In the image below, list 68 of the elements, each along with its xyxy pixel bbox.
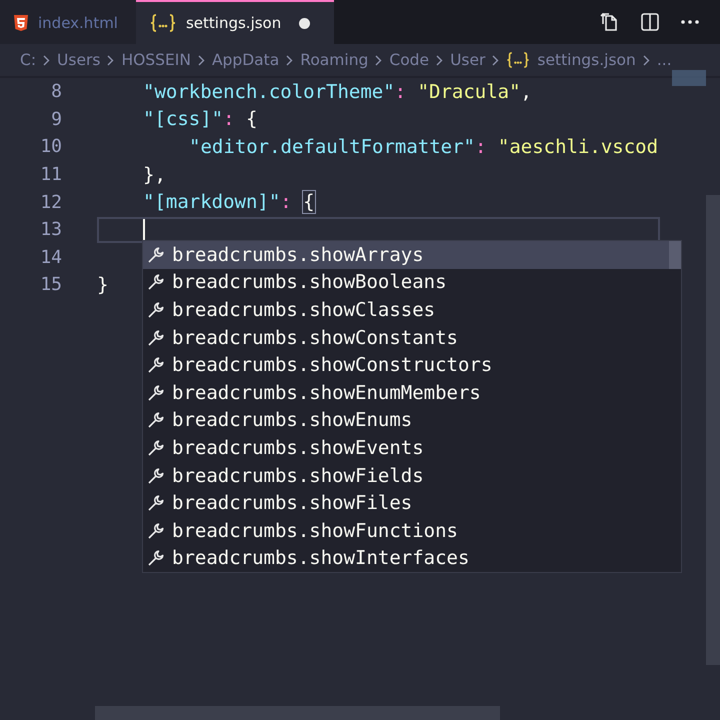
suggestion-item[interactable]: breadcrumbs.showBooleans — [143, 268, 669, 296]
line-number: 8 — [50, 81, 62, 102]
line-number: 12 — [39, 192, 62, 213]
breadcrumb-item[interactable]: User — [450, 51, 486, 69]
html-file-icon — [14, 15, 28, 31]
chevron-right-icon — [198, 54, 205, 66]
suggestion-item[interactable]: breadcrumbs.showClasses — [143, 296, 669, 324]
breadcrumb-item[interactable]: AppData — [212, 51, 280, 69]
suggestion-item[interactable]: breadcrumbs.showEnums — [143, 406, 669, 434]
breadcrumb-item[interactable]: Roaming — [300, 51, 368, 69]
chevron-right-icon — [642, 54, 650, 66]
chevron-right-icon — [43, 54, 50, 66]
text-cursor — [143, 218, 145, 241]
wrench-icon — [147, 549, 165, 568]
braces-icon — [506, 52, 530, 68]
code-line: "[markdown]": { — [143, 191, 315, 214]
chevron-right-icon — [492, 54, 500, 66]
wrench-icon — [147, 522, 165, 540]
suggestion-item[interactable]: breadcrumbs.showArrays — [143, 241, 669, 269]
line-number: 14 — [39, 246, 62, 268]
open-changes-icon[interactable] — [600, 12, 620, 32]
editor-tab[interactable]: settings.json — [136, 0, 334, 44]
line-number: 10 — [39, 136, 62, 158]
more-icon[interactable] — [680, 19, 700, 25]
split-editor-icon[interactable] — [640, 12, 660, 32]
line-number: 13 — [39, 219, 62, 240]
code-line: "editor.defaultFormatter": "aeschli.vscod — [189, 136, 658, 158]
suggestion-item[interactable]: breadcrumbs.showEnumMembers — [143, 378, 669, 407]
chevron-right-icon — [436, 54, 444, 66]
code-line: "workbench.colorTheme": "Dracula", — [143, 80, 532, 103]
wrench-icon — [147, 438, 165, 457]
braces-icon — [150, 14, 176, 32]
wrench-icon — [147, 384, 165, 402]
suggestion-item[interactable]: breadcrumbs.showFunctions — [143, 516, 669, 545]
minimap-drawing — [672, 70, 706, 86]
code-line: "[css]": { — [143, 108, 258, 130]
wrench-icon — [147, 494, 165, 512]
tab-label: index.html — [38, 14, 118, 32]
suggestion-item[interactable]: breadcrumbs.showEvents — [143, 434, 669, 462]
breadcrumb-item[interactable]: Users — [57, 51, 100, 69]
breadcrumb-item[interactable]: C: — [20, 51, 36, 69]
wrench-icon — [147, 246, 165, 264]
chevron-right-icon — [107, 54, 114, 66]
breadcrumb-item[interactable]: Code — [389, 51, 430, 69]
wrench-icon — [147, 300, 165, 319]
tab-label: settings.json — [186, 14, 282, 32]
chevron-right-icon — [375, 54, 382, 66]
breadcrumb-item[interactable]: ... — [656, 51, 672, 69]
line-number: 9 — [50, 108, 62, 130]
wrench-icon — [147, 466, 165, 485]
breadcrumb-item[interactable]: HOSSEIN — [121, 51, 191, 69]
breadcrumb-item[interactable]: settings.json — [537, 51, 636, 69]
chevron-right-icon — [286, 54, 294, 66]
suggestion-item[interactable]: breadcrumbs.showConstants — [143, 324, 669, 352]
scrollbar-thumb[interactable] — [669, 241, 681, 269]
line-number: 11 — [39, 164, 62, 186]
suggestion-item[interactable]: breadcrumbs.showFiles — [143, 489, 669, 517]
suggestion-item[interactable]: breadcrumbs.showFields — [143, 462, 669, 490]
wrench-icon — [147, 273, 165, 292]
wrench-icon — [147, 328, 165, 347]
suggestion-item[interactable]: breadcrumbs.showConstructors — [143, 351, 669, 379]
code-line: }, — [143, 164, 166, 186]
wrench-icon — [147, 411, 165, 430]
wrench-icon — [147, 356, 165, 374]
line-number: 15 — [39, 274, 62, 296]
suggestion-item[interactable]: breadcrumbs.showInterfaces — [143, 544, 669, 572]
code-line: } — [97, 274, 108, 296]
unsaved-dot-icon[interactable] — [299, 18, 310, 28]
